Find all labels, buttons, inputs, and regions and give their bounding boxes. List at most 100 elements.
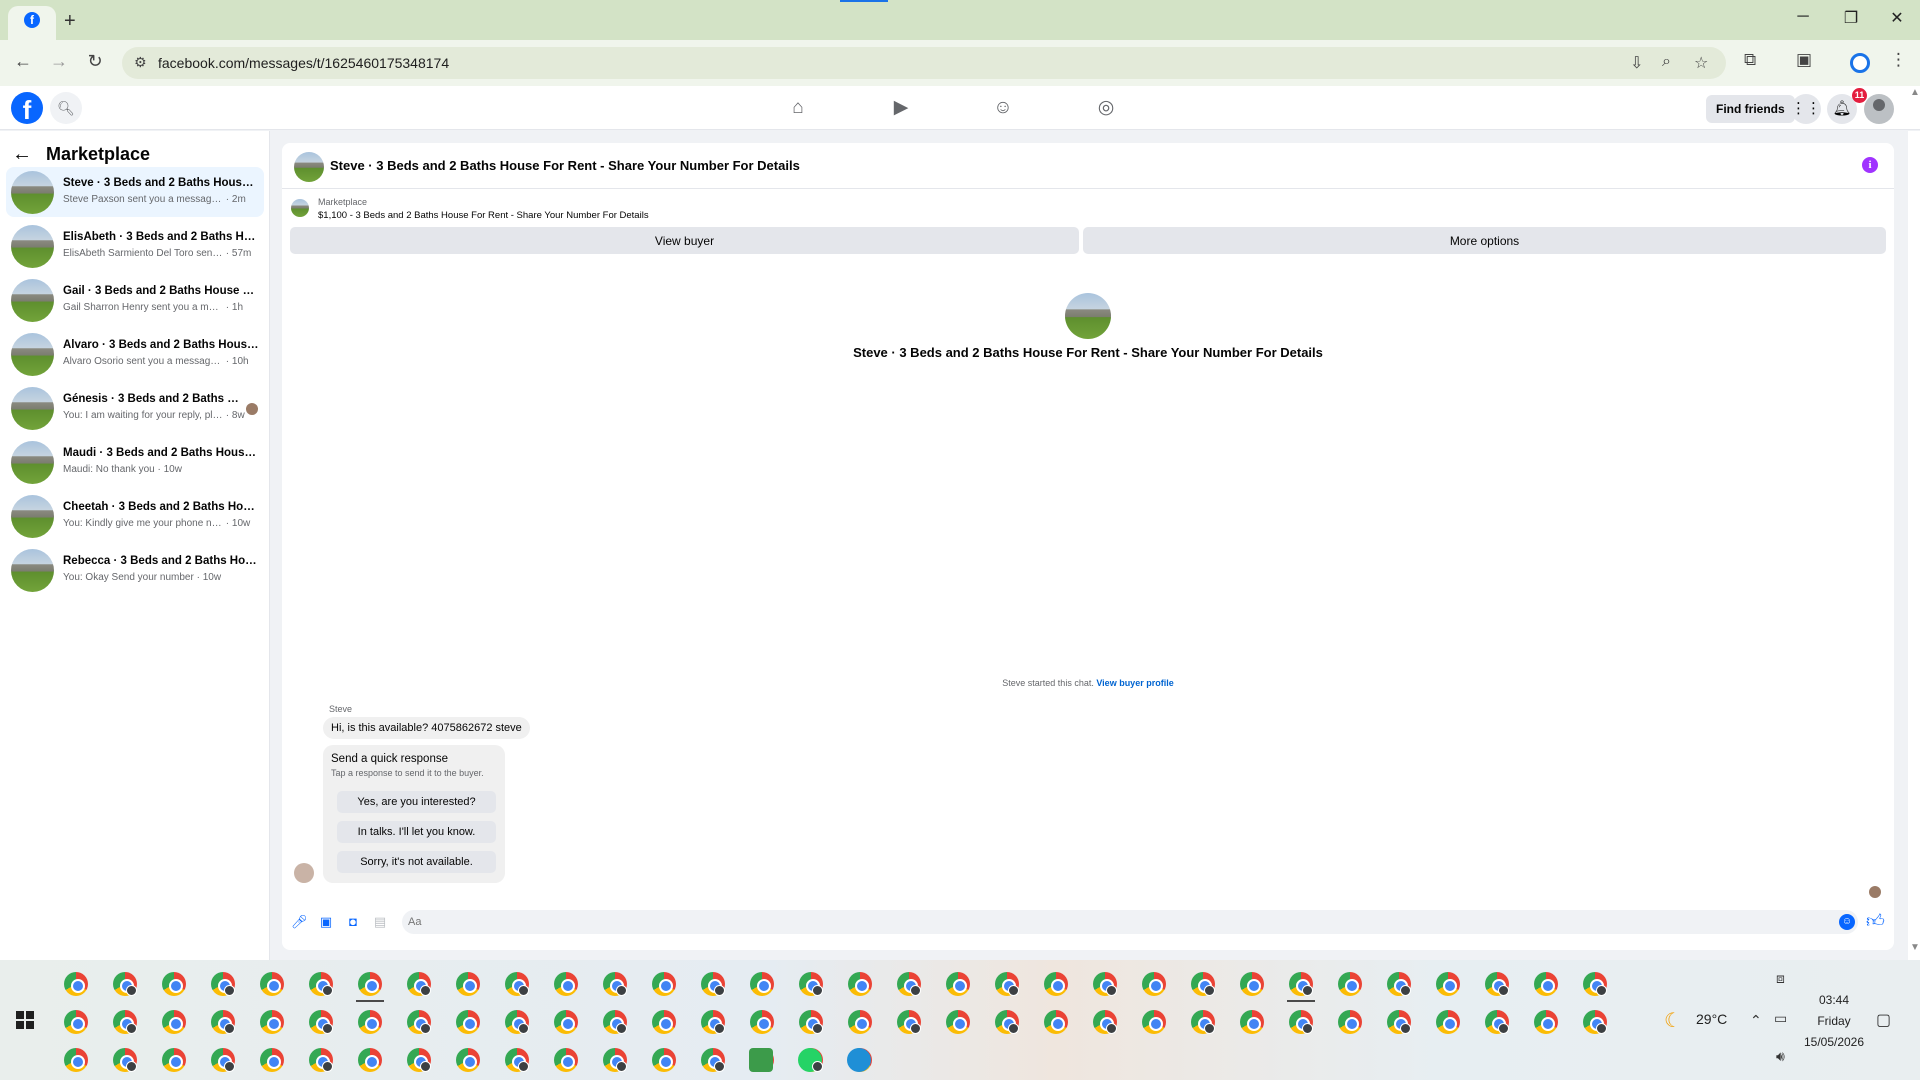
sticker-icon[interactable]: ◘	[345, 914, 361, 930]
chrome-window-icon[interactable]	[750, 972, 774, 996]
chrome-window-icon[interactable]	[603, 1010, 627, 1034]
chrome-window-icon[interactable]	[554, 1010, 578, 1034]
chrome-window-icon[interactable]	[1093, 972, 1117, 996]
chrome-window-icon[interactable]	[603, 1048, 627, 1072]
chrome-window-icon[interactable]	[652, 1048, 676, 1072]
chrome-window-icon[interactable]	[211, 1010, 235, 1034]
chrome-window-icon[interactable]	[407, 1010, 431, 1034]
chrome-window-icon[interactable]	[1240, 972, 1264, 996]
tray-device-icon[interactable]: ⧈	[1776, 970, 1785, 987]
chrome-window-icon[interactable]	[701, 1048, 725, 1072]
conversation-item[interactable]: Gail · 3 Beds and 2 Baths House For Rent…	[6, 275, 264, 325]
listing-price-title[interactable]: $1,100 - 3 Beds and 2 Baths House For Re…	[318, 210, 649, 221]
windows-start-icon[interactable]	[16, 1011, 34, 1029]
conversation-item[interactable]: Maudi · 3 Beds and 2 Baths House For Ren…	[6, 437, 264, 487]
account-avatar[interactable]	[1864, 94, 1894, 124]
chrome-window-icon[interactable]	[309, 1048, 333, 1072]
chrome-window-icon[interactable]	[1436, 972, 1460, 996]
chrome-window-icon[interactable]	[64, 1010, 88, 1034]
chrome-window-icon[interactable]	[260, 972, 284, 996]
chrome-window-icon[interactable]	[505, 972, 529, 996]
weather-moon-icon[interactable]: ☾	[1664, 1008, 1682, 1033]
quick-response-yes-button[interactable]: Yes, are you interested?	[337, 791, 496, 813]
chrome-window-icon[interactable]	[260, 1048, 284, 1072]
chrome-window-icon[interactable]	[358, 1010, 382, 1034]
conversation-item[interactable]: Alvaro · 3 Beds and 2 Baths House For Re…	[6, 329, 264, 379]
quick-response-in-talks-button[interactable]: In talks. I'll let you know.	[337, 821, 496, 843]
chrome-window-icon[interactable]	[897, 972, 921, 996]
view-buyer-button[interactable]: View buyer	[290, 227, 1079, 254]
chrome-window-icon[interactable]	[456, 1048, 480, 1072]
chrome-window-icon[interactable]	[946, 1010, 970, 1034]
chrome-window-icon[interactable]	[750, 1010, 774, 1034]
home-icon[interactable]: ⌂	[786, 96, 810, 120]
back-button[interactable]: ←	[11, 51, 35, 72]
chrome-window-icon[interactable]	[456, 1010, 480, 1034]
conversation-item[interactable]: Génesis · 3 Beds and 2 Baths House For R…	[6, 383, 264, 433]
chrome-window-icon[interactable]	[1387, 1010, 1411, 1034]
chrome-window-icon[interactable]	[554, 1048, 578, 1072]
restore-window-button[interactable]: ❐	[1836, 8, 1866, 28]
chrome-window-icon[interactable]	[1240, 1010, 1264, 1034]
new-tab-button[interactable]: +	[64, 10, 76, 33]
chrome-window-icon[interactable]	[995, 972, 1019, 996]
browser-menu-icon[interactable]: ⋮	[1890, 50, 1907, 70]
back-arrow-icon[interactable]: ←	[12, 143, 32, 166]
chat-header-thumbnail[interactable]	[294, 152, 324, 182]
scroll-down-arrow-icon[interactable]: ▼	[1910, 942, 1920, 953]
search-icon[interactable]: 🔍︎	[50, 92, 82, 124]
chrome-window-icon[interactable]	[113, 1048, 137, 1072]
chrome-window-icon[interactable]	[211, 1048, 235, 1072]
friends-icon[interactable]: ☺	[991, 96, 1015, 120]
chrome-window-icon[interactable]	[603, 972, 627, 996]
chrome-window-icon[interactable]	[701, 1010, 725, 1034]
chrome-window-icon[interactable]	[456, 972, 480, 996]
chrome-window-icon[interactable]	[554, 972, 578, 996]
tab-search-icon[interactable]: ▣	[1796, 50, 1812, 70]
site-info-icon[interactable]: ⚙	[134, 54, 147, 71]
chrome-window-icon[interactable]	[701, 972, 725, 996]
chrome-window-icon[interactable]	[652, 972, 676, 996]
chrome-window-icon[interactable]	[358, 1048, 382, 1072]
chrome-window-icon[interactable]	[162, 1010, 186, 1034]
chat-header-title[interactable]: Steve · 3 Beds and 2 Baths House For Ren…	[330, 158, 800, 173]
emoji-icon[interactable]: ☺	[1839, 914, 1855, 930]
chrome-window-icon[interactable]	[162, 1048, 186, 1072]
chrome-window-icon[interactable]	[1191, 1010, 1215, 1034]
chrome-window-icon[interactable]	[1436, 1010, 1460, 1034]
thumbs-up-icon[interactable]: 👍︎	[1866, 910, 1885, 932]
conversation-item[interactable]: Cheetah · 3 Beds and 2 Baths House For R…	[6, 491, 264, 541]
address-bar[interactable]: ⚙ facebook.com/messages/t/16254601753481…	[122, 47, 1726, 79]
scroll-up-arrow-icon[interactable]: ▲	[1910, 87, 1920, 98]
install-app-icon[interactable]: ⇩	[1630, 53, 1643, 73]
reload-button[interactable]: ↻	[83, 51, 107, 72]
notification-center-icon[interactable]: ▢	[1876, 1010, 1891, 1030]
chrome-window-icon[interactable]	[848, 1010, 872, 1034]
chrome-window-icon[interactable]	[64, 1048, 88, 1072]
chrome-window-icon[interactable]	[946, 972, 970, 996]
chrome-window-icon[interactable]	[1142, 972, 1166, 996]
chrome-window-icon[interactable]	[1093, 1010, 1117, 1034]
gaming-icon[interactable]: ◎	[1094, 96, 1118, 120]
view-buyer-profile-link[interactable]: View buyer profile	[1096, 678, 1173, 688]
chrome-window-icon[interactable]	[162, 972, 186, 996]
chrome-window-icon[interactable]	[1583, 1010, 1607, 1034]
chrome-window-icon[interactable]	[64, 972, 88, 996]
chrome-window-icon[interactable]	[1387, 972, 1411, 996]
conversation-item[interactable]: ElisAbeth · 3 Beds and 2 Baths House For…	[6, 221, 264, 271]
page-scrollbar[interactable]	[1908, 131, 1920, 960]
chrome-window-icon[interactable]	[113, 972, 137, 996]
chrome-window-icon[interactable]	[652, 1010, 676, 1034]
chrome-window-icon[interactable]	[1044, 1010, 1068, 1034]
chrome-window-icon[interactable]	[1191, 972, 1215, 996]
close-window-button[interactable]: ✕	[1882, 8, 1912, 28]
chrome-window-icon[interactable]	[1534, 972, 1558, 996]
chrome-window-icon[interactable]	[995, 1010, 1019, 1034]
conversation-item[interactable]: Rebecca · 3 Beds and 2 Baths House For R…	[6, 545, 264, 595]
chrome-window-icon[interactable]	[113, 1010, 137, 1034]
chrome-window-icon[interactable]	[211, 972, 235, 996]
show-hidden-icons-chevron[interactable]: ⌃	[1750, 1012, 1762, 1029]
quick-response-not-available-button[interactable]: Sorry, it's not available.	[337, 851, 496, 873]
chrome-window-icon[interactable]	[260, 1010, 284, 1034]
info-icon[interactable]: i	[1862, 157, 1878, 173]
